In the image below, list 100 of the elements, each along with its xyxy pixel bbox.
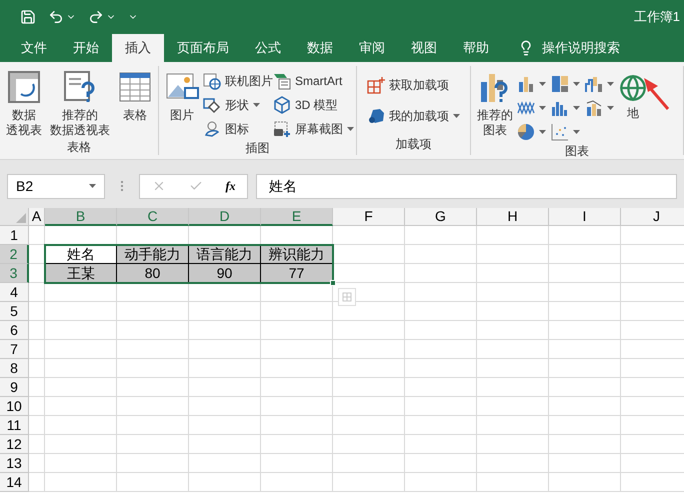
- table-cell: 80: [117, 264, 189, 283]
- column-header[interactable]: H: [477, 208, 549, 226]
- column-header[interactable]: E: [261, 208, 333, 226]
- row-header[interactable]: 10: [0, 397, 29, 416]
- ribbon-small-button[interactable]: 我的加载项: [367, 105, 460, 126]
- ribbon-large-button[interactable]: 表格: [114, 70, 156, 138]
- chart-type-button[interactable]: [585, 74, 614, 94]
- fill-handle[interactable]: [330, 280, 336, 286]
- column-header[interactable]: B: [45, 208, 117, 226]
- sheet-cell: [549, 226, 621, 245]
- dropdown-caret-icon: [539, 106, 546, 110]
- dropdown-caret-icon: [453, 114, 460, 118]
- ribbon-large-button[interactable]: 数据 透视表: [2, 70, 46, 138]
- ribbon-small-button[interactable]: 联机图片: [203, 70, 273, 91]
- name-box[interactable]: B2: [7, 174, 105, 198]
- sheet-cell: [477, 359, 549, 378]
- row-header[interactable]: 6: [0, 321, 29, 340]
- chart-type-button[interactable]: [517, 74, 546, 94]
- save-icon[interactable]: [20, 9, 36, 25]
- column-header[interactable]: A: [29, 208, 45, 226]
- table-cell: 90: [189, 264, 261, 283]
- sheet-cell: [477, 454, 549, 473]
- ribbon-tab[interactable]: 文件: [8, 34, 60, 62]
- sheet-cell: [405, 397, 477, 416]
- sheet-cell: [477, 321, 549, 340]
- undo-icon[interactable]: [48, 9, 64, 25]
- ribbon-tab[interactable]: 页面布局: [164, 34, 242, 62]
- sheet-cell: [45, 321, 117, 340]
- ribbon-small-button[interactable]: 3D 模型: [273, 94, 354, 115]
- ribbon-small-button[interactable]: 形状: [203, 94, 273, 115]
- formula-field[interactable]: 姓名: [256, 174, 677, 198]
- column-header[interactable]: F: [333, 208, 405, 226]
- sheet-cell: [333, 226, 405, 245]
- row-header[interactable]: 5: [0, 302, 29, 321]
- sheet-cell: [549, 283, 621, 302]
- ribbon-tab[interactable]: 帮助: [450, 34, 502, 62]
- ribbon-tab[interactable]: 审阅: [346, 34, 398, 62]
- sheet-cell: [261, 454, 333, 473]
- ribbon-tab[interactable]: 数据: [294, 34, 346, 62]
- sheet-cell: [405, 264, 477, 283]
- map-chart-button[interactable]: 地: [619, 74, 647, 142]
- row-header[interactable]: 4: [0, 283, 29, 302]
- line-chart-icon: [517, 99, 535, 117]
- row-header[interactable]: 1: [0, 226, 29, 245]
- row-header[interactable]: 12: [0, 435, 29, 454]
- chart-type-button[interactable]: [517, 122, 546, 142]
- ribbon-large-button[interactable]: 推荐的 数据透视表: [46, 70, 114, 138]
- ribbon-large-button[interactable]: 推荐的 图表: [473, 70, 517, 142]
- row-header[interactable]: 2: [0, 245, 29, 264]
- sheet-cell: [405, 435, 477, 454]
- dropdown-caret-icon: [347, 126, 354, 130]
- ribbon-small-button[interactable]: 图标: [203, 118, 273, 139]
- insert-function-button[interactable]: fx: [226, 177, 236, 195]
- column-header[interactable]: C: [117, 208, 189, 226]
- column-header[interactable]: D: [189, 208, 261, 226]
- sheet-cell: [189, 454, 261, 473]
- chart-type-button[interactable]: [585, 98, 614, 118]
- chart-type-button[interactable]: [551, 74, 580, 94]
- ribbon-small-button[interactable]: 屏幕截图: [273, 118, 354, 139]
- sheet-cell: [45, 473, 117, 492]
- row-header[interactable]: 13: [0, 454, 29, 473]
- sheet-cell: [189, 302, 261, 321]
- redo-icon[interactable]: [88, 9, 104, 25]
- sheet-cell: [549, 416, 621, 435]
- sheet-cell: [549, 397, 621, 416]
- row-header[interactable]: 9: [0, 378, 29, 397]
- sheet-cell: [117, 473, 189, 492]
- ribbon-tab[interactable]: 插入: [112, 34, 164, 62]
- sheet-cell: [117, 454, 189, 473]
- column-header[interactable]: J: [621, 208, 684, 226]
- ribbon-large-button[interactable]: 图片: [161, 70, 203, 139]
- row-header[interactable]: 3: [0, 264, 29, 283]
- pivot-table-icon: [7, 70, 41, 104]
- sheet-cell: [29, 321, 45, 340]
- ribbon-tab[interactable]: 公式: [242, 34, 294, 62]
- row-header[interactable]: 8: [0, 359, 29, 378]
- column-header[interactable]: I: [549, 208, 621, 226]
- ribbon-tab[interactable]: 开始: [60, 34, 112, 62]
- ribbon-small-button[interactable]: 获取加载项: [367, 74, 460, 95]
- dropdown-caret-icon: [573, 106, 580, 110]
- sheet-cell: [45, 397, 117, 416]
- grid-icon: [342, 292, 352, 302]
- row-header[interactable]: 7: [0, 340, 29, 359]
- sheet-cell: [477, 435, 549, 454]
- tell-me-search[interactable]: 操作说明搜索: [542, 38, 620, 58]
- sheet-cell: [405, 359, 477, 378]
- column-chart-icon: [517, 75, 535, 93]
- row-header[interactable]: 14: [0, 473, 29, 492]
- sheet-cell: [45, 435, 117, 454]
- ribbon-small-button[interactable]: SmartArt: [273, 70, 354, 91]
- column-header[interactable]: G: [405, 208, 477, 226]
- table-cell: 语言能力: [189, 245, 261, 264]
- chart-type-button[interactable]: [551, 122, 580, 142]
- row-header[interactable]: 11: [0, 416, 29, 435]
- sheet-cell: [549, 378, 621, 397]
- ribbon-tab[interactable]: 视图: [398, 34, 450, 62]
- group-label: 表格: [66, 139, 92, 156]
- addins-grid-icon: [367, 76, 385, 94]
- dropdown-caret-icon: [539, 130, 546, 134]
- sheet-cell: [189, 283, 261, 302]
